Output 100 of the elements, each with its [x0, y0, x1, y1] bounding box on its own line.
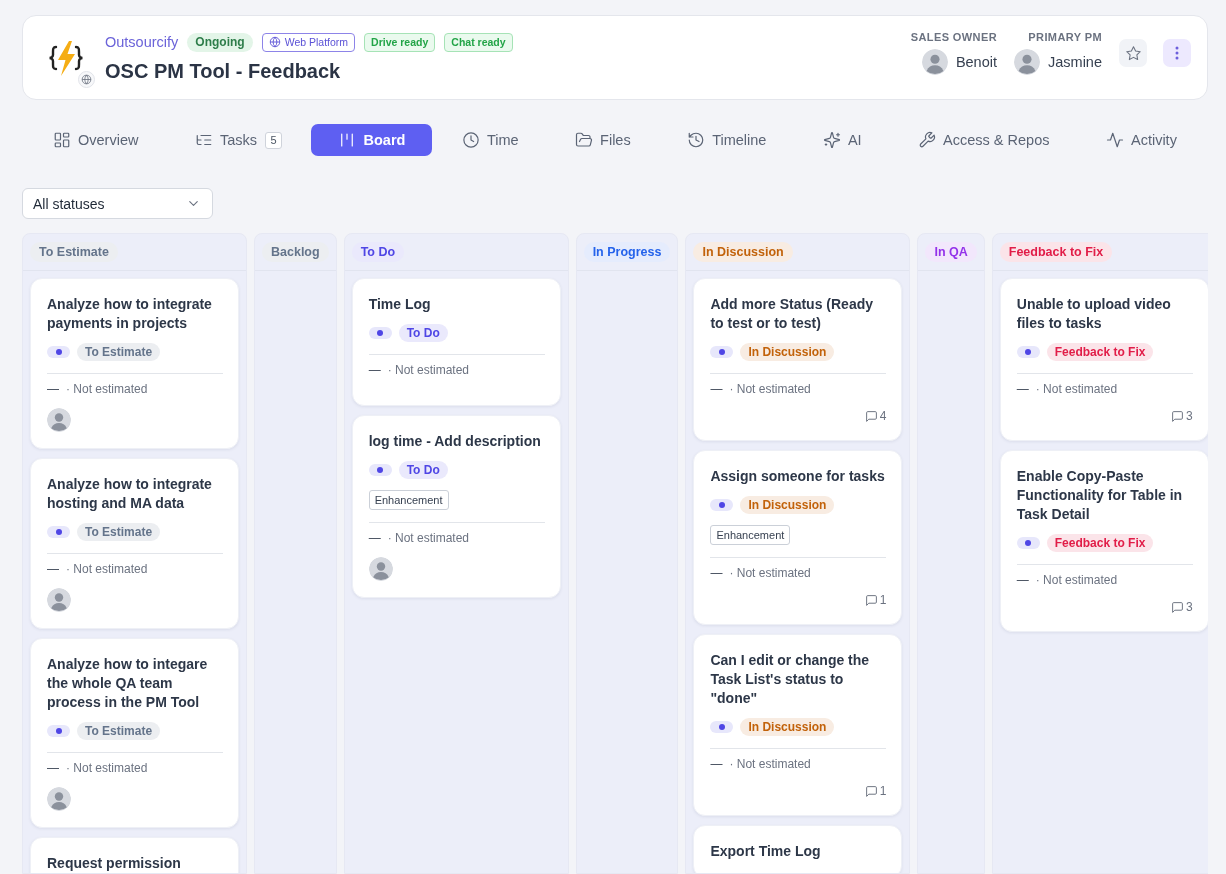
project-title: OSC PM Tool - Feedback — [105, 58, 342, 83]
estimate-text: · Not estimated — [66, 382, 148, 396]
task-title: Add more Status (Ready to test or to test) — [710, 295, 874, 333]
task-card[interactable]: Request permission — [30, 837, 239, 873]
avatar-icon — [921, 49, 948, 75]
status-pill: To Estimate — [77, 523, 161, 541]
task-card[interactable]: Add more Status (Ready to test or to test) In Discussion — · Not estimated 4 — [693, 278, 903, 441]
tab[interactable]: AI — [795, 124, 889, 156]
dashboard-icon — [53, 131, 71, 149]
time-logged: — — [710, 382, 723, 396]
estimate-text: · Not estimated — [66, 562, 148, 576]
estimate-text: · Not estimated — [1035, 382, 1118, 396]
time-logged: — — [368, 363, 381, 377]
column-title: Feedback to Fix — [999, 242, 1113, 262]
column-title: In QA — [925, 242, 977, 262]
task-title: Analyze how to integare the whole QA team process in the PM Tool — [47, 655, 209, 712]
task-title: Unable to upload video files to tasks — [1016, 295, 1172, 333]
time-logged: — — [710, 757, 723, 771]
tab[interactable]: Tasks 5 — [167, 124, 309, 156]
comment-count: 1 — [879, 592, 887, 608]
comment-icon — [1171, 409, 1185, 423]
tab[interactable]: Overview — [26, 124, 166, 156]
time-logged: — — [47, 562, 59, 576]
comment-icon — [864, 784, 878, 798]
folder-icon — [575, 131, 594, 149]
time-logged: — — [47, 761, 59, 775]
client-link[interactable]: Outsourcify — [105, 34, 179, 50]
label-tag: Enhancement — [368, 490, 449, 510]
person-name: Jasmine — [1048, 54, 1102, 70]
avatar-icon — [1014, 49, 1040, 75]
status-pill: Feedback to Fix — [1046, 534, 1154, 552]
globe-icon — [268, 36, 281, 48]
kebab-menu-icon — [1175, 46, 1179, 60]
status-pill: To Do — [398, 461, 448, 479]
column-title: Backlog — [262, 242, 329, 262]
estimate-text: · Not estimated — [729, 382, 811, 396]
tab[interactable]: Access & Repos — [891, 124, 1077, 156]
task-card[interactable]: Analyze how to integare the whole QA team process in the PM Tool To Estimate — · Not estimated — [30, 638, 239, 828]
count-badge: 5 — [265, 131, 282, 149]
task-card[interactable]: Enable Copy-Paste Functionality for Table in Task Detail Feedback to Fix — · Not estimated 3 — [999, 450, 1208, 632]
task-title: Request permission — [47, 854, 182, 873]
time-logged: — — [710, 566, 723, 580]
task-card[interactable]: Export Time Log — [693, 825, 903, 873]
comment-count: 4 — [879, 408, 887, 424]
comment-icon — [864, 409, 878, 423]
role-label: SALES OWNER — [910, 31, 997, 44]
estimate-text: · Not estimated — [729, 566, 811, 580]
platform-label: Web Platform — [284, 36, 349, 48]
task-card[interactable]: Can I edit or change the Task List's status to "done" In Discussion — · Not estimated 1 — [693, 634, 903, 816]
time-logged: — — [1016, 382, 1029, 396]
role-label: PRIMARY PM — [1028, 31, 1102, 44]
pulse-icon — [1105, 131, 1124, 149]
task-title: Can I edit or change the Task List's status to "done" — [710, 651, 871, 708]
person-name: Benoit — [955, 54, 997, 70]
tab[interactable]: Time — [434, 124, 546, 156]
task-title: Enable Copy-Paste Functionality for Table in Task Detail — [1016, 467, 1184, 524]
status-pill: To Estimate — [77, 343, 161, 361]
estimate-text: · Not estimated — [1035, 573, 1118, 587]
status-pill: To Estimate — [77, 722, 161, 740]
star-icon — [1124, 44, 1142, 62]
column-title: In Progress — [583, 242, 671, 262]
tab[interactable]: Activity — [1078, 124, 1204, 156]
status-pill: To Do — [398, 324, 448, 342]
ready-tag: Drive ready — [364, 32, 436, 52]
status-pill: In Discussion — [740, 343, 835, 361]
column-title: In Discussion — [693, 242, 793, 262]
sparkles-icon — [822, 131, 841, 149]
task-card[interactable]: Time Log To Do — · Not estimated — [351, 278, 561, 406]
wrench-icon — [918, 131, 937, 149]
task-card[interactable]: Analyze how to integrate payments in projects To Estimate — · Not estimated — [30, 278, 239, 449]
status-pill: In Discussion — [740, 496, 835, 514]
globe-icon — [78, 70, 95, 88]
column-title: To Estimate — [30, 242, 118, 262]
comment-icon — [1171, 600, 1185, 614]
comment-count: 3 — [1186, 599, 1193, 615]
comment-icon — [864, 593, 878, 607]
tab[interactable]: Timeline — [660, 124, 794, 156]
history-icon — [687, 131, 706, 149]
comment-count: 1 — [879, 783, 887, 799]
task-card[interactable]: Analyze how to integrate hosting and MA data To Estimate — · Not estimated — [30, 458, 239, 629]
task-title: Time Log — [368, 295, 432, 314]
status-pill: Feedback to Fix — [1046, 343, 1154, 361]
task-title: Assign someone for tasks — [710, 467, 886, 486]
column-title: To Do — [351, 242, 405, 262]
estimate-text: · Not estimated — [387, 531, 469, 545]
label-tag: Enhancement — [710, 525, 791, 545]
time-logged: — — [1016, 573, 1029, 587]
task-title: log time - Add description — [368, 432, 542, 451]
favorite-star-button[interactable] — [1119, 39, 1147, 67]
time-logged: — — [47, 382, 59, 396]
tab[interactable]: Board — [311, 124, 433, 156]
task-card[interactable]: log time - Add description To Do Enhancement — · Not estimated — [351, 415, 561, 598]
clock-icon — [461, 131, 480, 149]
task-card[interactable]: Unable to upload video files to tasks Feedback to Fix — · Not estimated 3 — [999, 278, 1208, 441]
tab[interactable]: Files — [548, 124, 658, 156]
estimate-text: · Not estimated — [66, 761, 148, 775]
ready-tag: Chat ready — [444, 32, 513, 52]
task-card[interactable]: Assign someone for tasks In Discussion Enhancement — · Not estimated 1 — [693, 450, 903, 625]
status-filter-dropdown[interactable]: All statuses — [22, 188, 213, 219]
task-title: Analyze how to integrate hosting and MA data — [47, 475, 213, 513]
